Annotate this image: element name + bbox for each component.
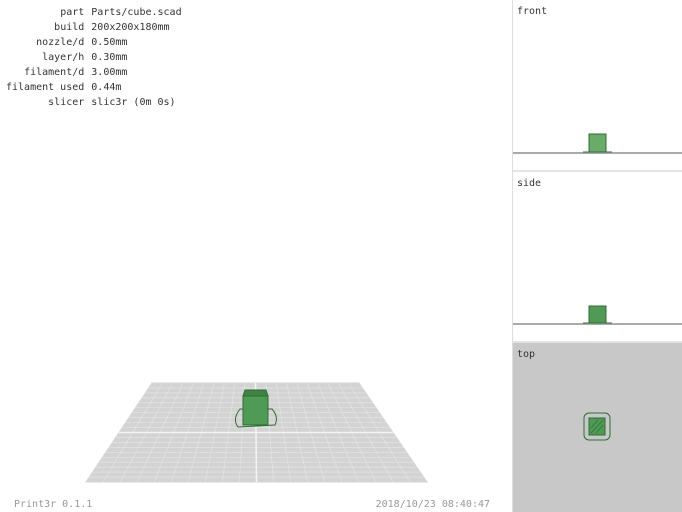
cube-top-face bbox=[242, 389, 269, 397]
front-view-pane[interactable]: front bbox=[513, 0, 682, 170]
info-key: layer/h bbox=[42, 52, 85, 63]
part-side-shape bbox=[588, 305, 607, 324]
info-key: nozzle/d bbox=[36, 37, 85, 48]
print-info-table: part Parts/cube.scad build 200x200x180mm… bbox=[6, 5, 182, 110]
info-value: 0.30mm bbox=[91, 52, 128, 63]
side-view-canvas bbox=[513, 305, 682, 325]
info-value: 0.44m bbox=[91, 82, 122, 93]
main-3d-view[interactable]: part Parts/cube.scad build 200x200x180mm… bbox=[0, 0, 512, 512]
info-key: filament used bbox=[6, 82, 85, 93]
info-value: slic3r (0m 0s) bbox=[91, 97, 176, 108]
side-view-pane[interactable]: side bbox=[513, 172, 682, 341]
info-row-filament-diameter: filament/d 3.00mm bbox=[6, 65, 182, 80]
info-row-layer: layer/h 0.30mm bbox=[6, 50, 182, 65]
info-value: 0.50mm bbox=[91, 37, 128, 48]
part-front-shape bbox=[588, 133, 607, 153]
timestamp: 2018/10/23 08:40:47 bbox=[375, 499, 490, 510]
info-value: Parts/cube.scad bbox=[91, 7, 182, 18]
info-key: filament/d bbox=[24, 67, 85, 78]
top-view-canvas bbox=[583, 412, 611, 441]
info-row-filament-used: filament used 0.44m bbox=[6, 80, 182, 95]
top-view-pane[interactable]: top bbox=[513, 343, 682, 512]
info-row-build: build 200x200x180mm bbox=[6, 20, 182, 35]
info-row-part: part Parts/cube.scad bbox=[6, 5, 182, 20]
info-row-slicer: slicer slic3r (0m 0s) bbox=[6, 95, 182, 110]
info-key: build bbox=[54, 22, 85, 33]
front-view-canvas bbox=[513, 133, 682, 154]
cube-front-face bbox=[242, 395, 269, 426]
app-version: Print3r 0.1.1 bbox=[14, 499, 93, 510]
info-key: slicer bbox=[48, 97, 85, 108]
info-value: 3.00mm bbox=[91, 67, 128, 78]
info-row-nozzle: nozzle/d 0.50mm bbox=[6, 35, 182, 50]
info-value: 200x200x180mm bbox=[91, 22, 170, 33]
info-key: part bbox=[60, 7, 85, 18]
